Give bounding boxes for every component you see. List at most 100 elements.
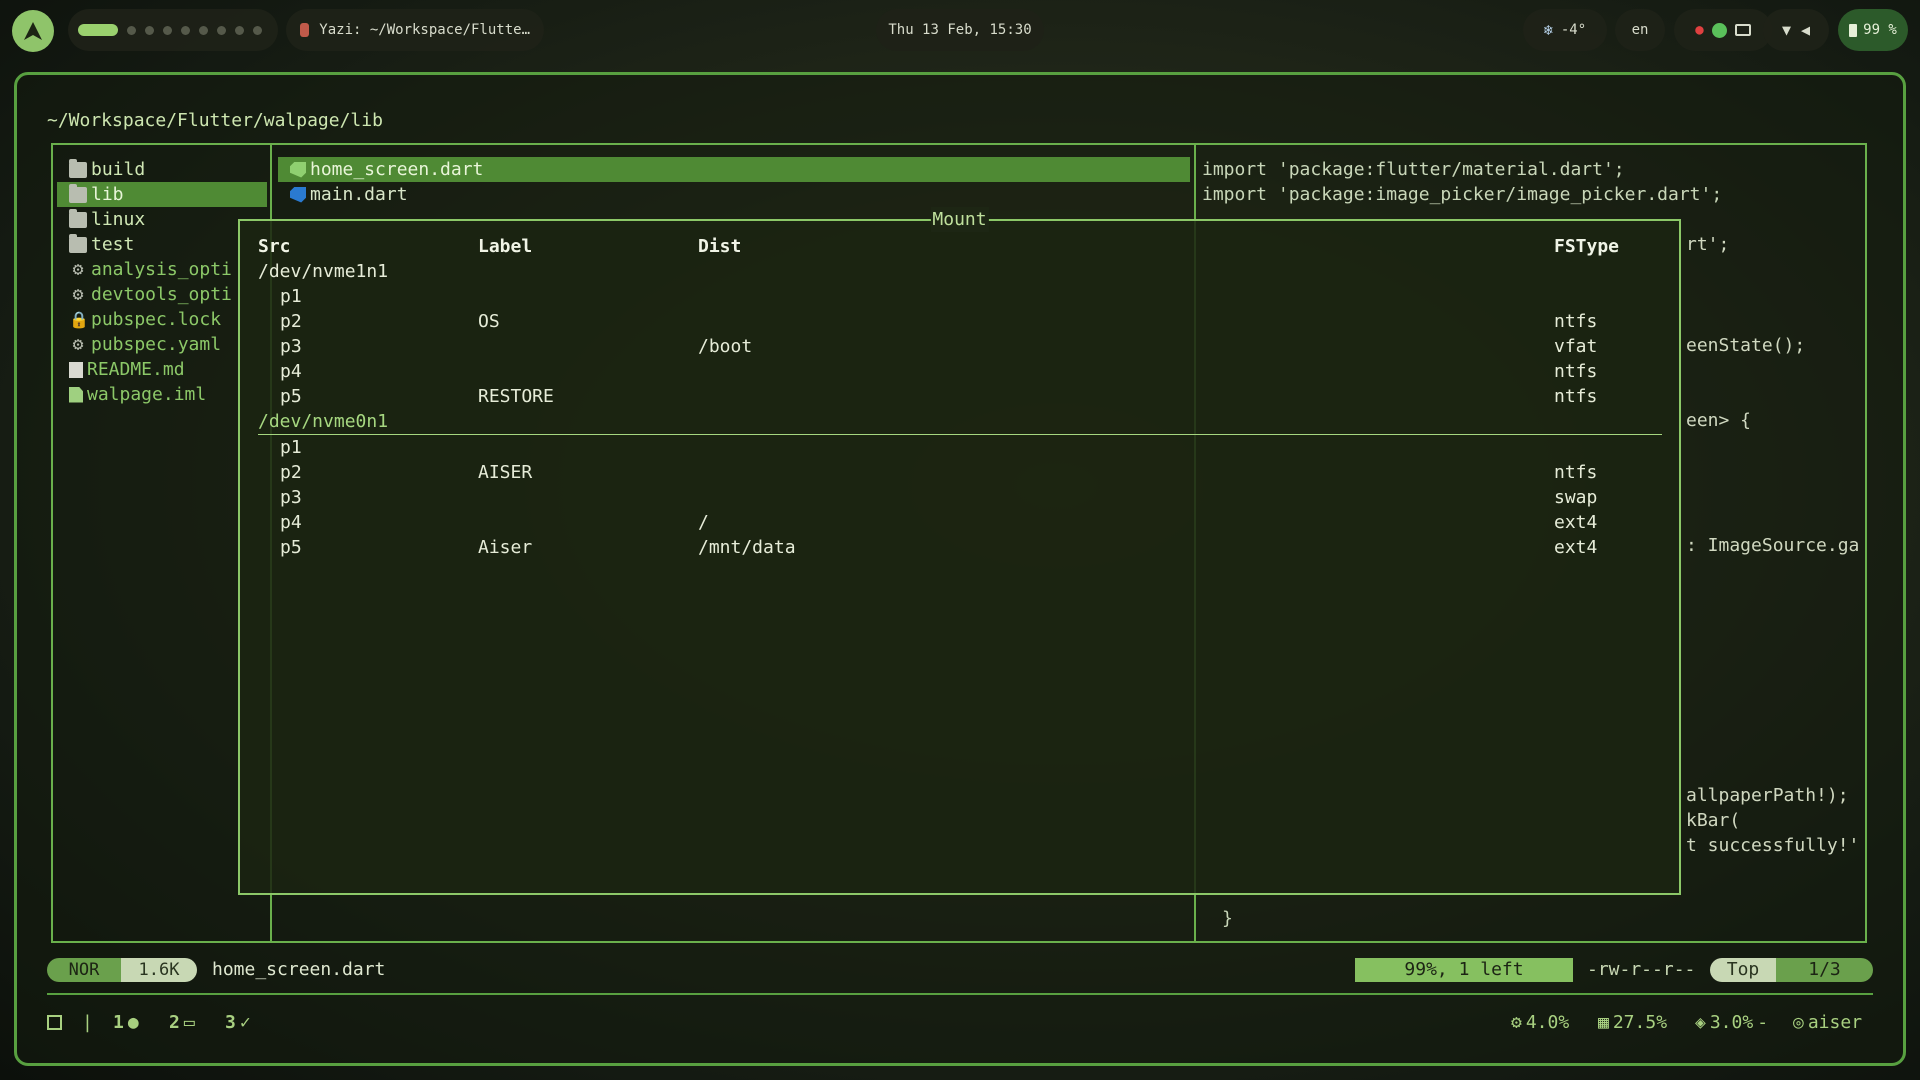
header-src: Src: [258, 236, 291, 257]
status-line: NOR 1.6K home_screen.dart 99%, 1 left -r…: [47, 957, 1873, 983]
top-bar: Yazi: ~/Workspace/Flutte… Thu 13 Feb, 15…: [0, 0, 1920, 60]
tray-keyboard-icon[interactable]: [1734, 24, 1751, 36]
entry-name: linux: [91, 209, 146, 230]
dart-file-icon: [290, 161, 306, 178]
mount-popup[interactable]: Mount Src Label Dist FSType /dev/nvme1n1…: [238, 207, 1681, 895]
workspace-dot[interactable]: [163, 25, 172, 35]
weather-widget[interactable]: ❄ -4°: [1523, 9, 1607, 51]
folder-icon: [69, 233, 87, 253]
mount-disk-row[interactable]: /dev/nvme1n1: [258, 259, 1662, 284]
task-progress[interactable]: 99%, 1 left: [1355, 958, 1573, 982]
file-entry-home-screen-dart[interactable]: home_screen.dart: [278, 157, 1190, 182]
workspace-2-number: 2: [169, 1011, 180, 1033]
cpu-usage: ⚙ 4.0%: [1511, 1008, 1569, 1036]
partition-src: p2: [280, 311, 302, 332]
temperature-text: -4°: [1560, 22, 1587, 38]
active-window-title[interactable]: Yazi: ~/Workspace/Flutte…: [286, 9, 544, 51]
memory-icon: ▦: [1598, 1011, 1609, 1033]
tray-chat-icon[interactable]: [1711, 22, 1727, 38]
tray-app-icon[interactable]: ●: [1695, 22, 1703, 38]
entry-name: devtools_opti: [91, 284, 232, 305]
preview-line: allpaperPath!);: [1686, 785, 1849, 806]
workspace-dot[interactable]: [145, 25, 154, 35]
workspace-1[interactable]: 1 ●: [113, 1008, 139, 1036]
mount-partition-row[interactable]: p2 AISER ntfs: [258, 460, 1662, 485]
cpu-icon: ⚙: [1511, 1011, 1522, 1033]
parent-entry-linux[interactable]: linux: [57, 207, 267, 232]
status-filename: home_screen.dart: [212, 959, 386, 980]
current-pane[interactable]: home_screen.dart main.dart: [278, 157, 1190, 207]
mount-partition-row[interactable]: p1: [258, 435, 1662, 460]
file-size: 1.6K: [121, 958, 197, 982]
vim-icon: ✓: [239, 1011, 251, 1033]
workspace-dot[interactable]: [217, 25, 226, 35]
workspace-3-number: 3: [225, 1011, 236, 1033]
mount-partition-row[interactable]: p4 ntfs: [258, 359, 1662, 384]
launcher-button[interactable]: [12, 10, 54, 52]
mount-partition-row[interactable]: p2 OS ntfs: [258, 309, 1662, 334]
disk-icon: ◈: [1695, 1011, 1706, 1033]
workspace-dot[interactable]: [181, 25, 190, 35]
mount-partition-row[interactable]: p1: [258, 284, 1662, 309]
mount-partition-row[interactable]: p5 RESTORE ntfs: [258, 384, 1662, 409]
header-fstype: FSType: [1554, 236, 1620, 257]
parent-entry-test[interactable]: test: [57, 232, 267, 257]
markdown-icon: [69, 361, 83, 378]
volume-icon[interactable]: ◀: [1801, 21, 1810, 39]
parent-entry-readme-md[interactable]: README.md: [57, 357, 267, 382]
workspace-dot[interactable]: [235, 25, 244, 35]
preview-line: kBar(: [1686, 810, 1741, 831]
workspace-dot[interactable]: [127, 25, 136, 35]
mount-disk-row[interactable]: /dev/nvme0n1: [258, 409, 1662, 435]
lock-icon: 🔒: [69, 309, 89, 329]
current-path: ~/Workspace/Flutter/walpage/lib: [47, 110, 383, 131]
workspace-indicator[interactable]: [68, 9, 278, 51]
parent-entry-lib[interactable]: lib: [57, 182, 267, 207]
wifi-icon[interactable]: ▼: [1782, 21, 1791, 39]
partition-dist: /: [698, 512, 709, 533]
partition-fstype: ntfs: [1554, 386, 1598, 407]
parent-entry-build[interactable]: build: [57, 157, 267, 182]
preview-line: }: [1222, 908, 1233, 929]
parent-entry-walpage-iml[interactable]: walpage.iml: [57, 382, 267, 407]
clock[interactable]: Thu 13 Feb, 15:30: [876, 9, 1044, 51]
parent-entry-pubspec-yaml[interactable]: ⚙ pubspec.yaml: [57, 332, 267, 357]
system-tray[interactable]: ●: [1674, 9, 1772, 51]
parent-entry-pubspec-lock[interactable]: 🔒 pubspec.lock: [57, 307, 267, 332]
preview-line: eenState();: [1686, 335, 1806, 356]
keyboard-layout[interactable]: en: [1615, 9, 1665, 51]
clock-text: Thu 13 Feb, 15:30: [888, 22, 1032, 38]
entry-name: analysis_opti: [91, 259, 232, 280]
parent-entry-analysis-opti[interactable]: ⚙ analysis_opti: [57, 257, 267, 282]
file-permissions: -rw-r--r--: [1587, 959, 1696, 980]
preview-pane[interactable]: import 'package:flutter/material.dart'; …: [1202, 157, 1862, 207]
mount-partition-row[interactable]: p4 / ext4: [258, 510, 1662, 535]
battery-indicator[interactable]: 99 %: [1838, 9, 1908, 51]
partition-dist: /boot: [698, 336, 753, 357]
window-title-text: Yazi: ~/Workspace/Flutte…: [319, 22, 530, 38]
snowflake-icon: ❄: [1543, 21, 1553, 39]
mount-partition-row[interactable]: p3/boot vfat: [258, 334, 1662, 359]
entry-name: pubspec.lock: [91, 309, 222, 330]
layout-icon[interactable]: [47, 1008, 62, 1036]
partition-fstype: ntfs: [1554, 361, 1598, 382]
workspace-3[interactable]: 3 ✓: [225, 1008, 251, 1036]
workspace-2[interactable]: 2 ▭: [169, 1008, 195, 1036]
parent-pane[interactable]: build lib linux test ⚙ analysis_opti ⚙ devtools…: [57, 157, 267, 407]
workspace-dot[interactable]: [253, 25, 262, 35]
user-indicator: ◎ aiser: [1793, 1008, 1862, 1036]
gear-icon: ⚙: [72, 333, 84, 355]
user-text: aiser: [1807, 1011, 1863, 1033]
file-entry-main-dart[interactable]: main.dart: [278, 182, 1190, 207]
terminal-app-icon: [300, 23, 310, 37]
mount-partition-row[interactable]: p3 swap: [258, 485, 1662, 510]
mount-partition-row[interactable]: p5 Aiser/mnt/data ext4: [258, 535, 1662, 560]
workspace-dot[interactable]: [199, 25, 208, 35]
preview-line: rt';: [1686, 234, 1730, 255]
dart-file-icon: [290, 186, 306, 203]
parent-entry-devtools-opti[interactable]: ⚙ devtools_opti: [57, 282, 267, 307]
partition-fstype: swap: [1554, 487, 1598, 508]
network-audio[interactable]: ▼ ◀: [1763, 9, 1829, 51]
workspace-active[interactable]: [78, 24, 118, 36]
partition-src: p3: [280, 336, 302, 357]
